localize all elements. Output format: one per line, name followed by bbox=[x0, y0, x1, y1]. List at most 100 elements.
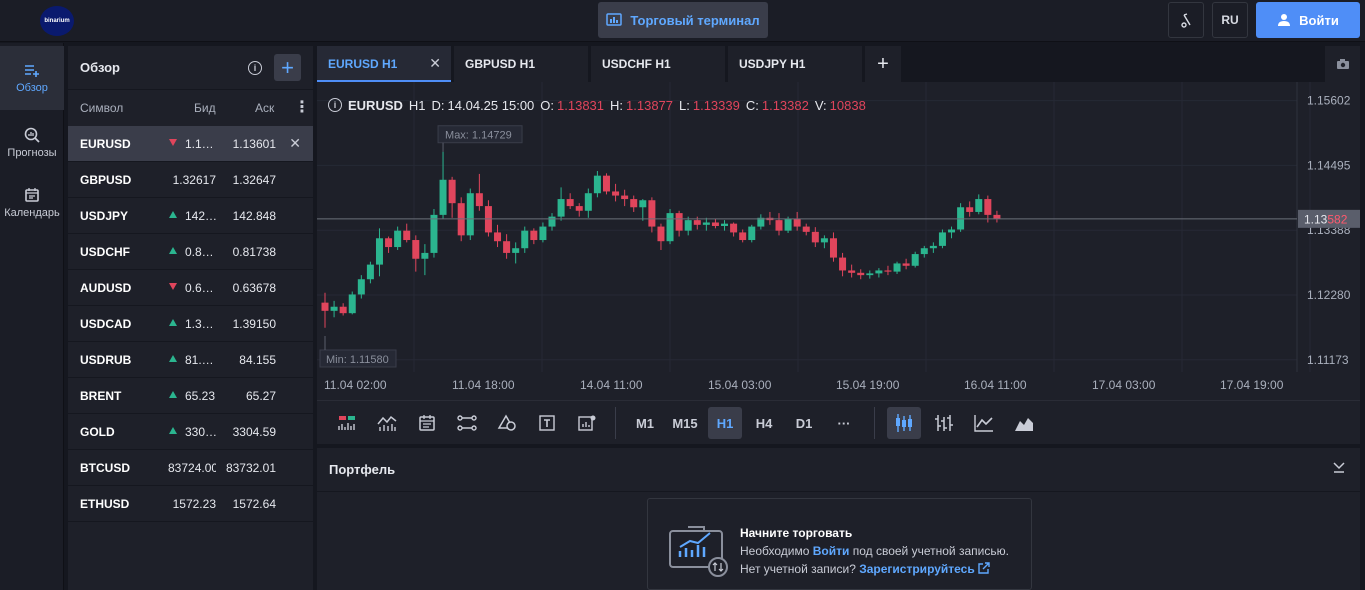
portfolio-header: Портфель bbox=[317, 448, 1360, 492]
candle-body bbox=[948, 229, 956, 233]
symbol-row-usdjpy[interactable]: USDJPY 142… 142.848 bbox=[68, 198, 313, 234]
events-calendar-icon[interactable] bbox=[411, 407, 443, 439]
chart-settings-icon[interactable] bbox=[571, 407, 603, 439]
row-ask: 0.81738 bbox=[232, 245, 276, 259]
line-chart-icon[interactable] bbox=[967, 407, 1001, 439]
indicators-icon[interactable] bbox=[331, 407, 363, 439]
legend-date-label: D: bbox=[431, 98, 445, 113]
close-tab-icon[interactable]: ✕ bbox=[429, 55, 441, 72]
row-ask: 1.39150 bbox=[232, 317, 276, 331]
register-prompt: Нет учетной записи? Зарегистрируйтесь bbox=[740, 562, 990, 576]
legend-open: 1.13831 bbox=[557, 98, 605, 113]
camera-icon bbox=[1336, 59, 1349, 69]
timeframe-d1[interactable]: D1 bbox=[788, 407, 820, 439]
calendar-icon bbox=[25, 188, 39, 202]
candle-body bbox=[593, 175, 601, 194]
external-link-icon[interactable] bbox=[978, 562, 990, 574]
row-ask: 83732.01 bbox=[225, 461, 276, 475]
line-chart-indicator-icon[interactable] bbox=[371, 407, 403, 439]
register-prompt-text: Нет учетной записи? bbox=[740, 562, 860, 576]
chart-tab-eurusd-h1[interactable]: EURUSD H1 ✕ bbox=[317, 46, 451, 82]
rail-item-label: Обзор bbox=[16, 82, 48, 94]
area-chart-icon[interactable] bbox=[1007, 407, 1041, 439]
timeframe-h4[interactable]: H4 bbox=[748, 407, 780, 439]
legend-timeframe: H1 bbox=[408, 98, 426, 113]
x-tick-label: 14.04 11:00 bbox=[580, 378, 643, 392]
symbol-row-eurusd[interactable]: EURUSD 1.1… 1.13601 ✕ bbox=[68, 126, 313, 162]
trading-terminal-button[interactable]: Торговый терминал bbox=[598, 2, 768, 38]
login-link[interactable]: Войти bbox=[813, 544, 850, 558]
chart-tab-gbpusd-h1[interactable]: GBPUSD H1 bbox=[454, 46, 588, 82]
trend-up-icon bbox=[169, 427, 177, 434]
legend-close-label: C: bbox=[745, 98, 759, 113]
collapse-chevron-icon[interactable] bbox=[1332, 460, 1346, 477]
candle-body bbox=[385, 238, 393, 248]
symbol-row-ethusd[interactable]: ETHUSD 1572.23 1572.64 bbox=[68, 486, 313, 522]
rail-item-forecasts[interactable]: Прогнозы bbox=[0, 111, 64, 175]
candle-body bbox=[475, 193, 483, 207]
user-icon bbox=[1278, 14, 1291, 26]
candlestick-chart-icon[interactable] bbox=[887, 407, 921, 439]
symbol-row-gold[interactable]: GOLD 330… 3304.59 bbox=[68, 414, 313, 450]
shapes-tool-icon[interactable] bbox=[491, 407, 523, 439]
rail-item-calendar[interactable]: Календарь bbox=[0, 171, 64, 235]
legend-info-icon[interactable]: i bbox=[328, 98, 342, 112]
row-symbol: AUDUSD bbox=[80, 281, 132, 295]
register-link[interactable]: Зарегистрируйтесь bbox=[859, 562, 975, 576]
y-tick-label: 1.15602 bbox=[1307, 94, 1351, 108]
language-button[interactable]: RU bbox=[1212, 2, 1248, 38]
candle-body bbox=[330, 306, 338, 311]
symbol-row-usdchf[interactable]: USDCHF 0.8… 0.81738 bbox=[68, 234, 313, 270]
candle-body bbox=[430, 214, 438, 253]
bar-chart-icon[interactable] bbox=[927, 407, 961, 439]
symbol-row-audusd[interactable]: AUDUSD 0.6… 0.63678 bbox=[68, 270, 313, 306]
brand-logo[interactable]: binarium bbox=[40, 6, 74, 36]
screenshot-button[interactable] bbox=[1325, 46, 1360, 82]
more-vertical-icon[interactable]: ⋮ bbox=[294, 97, 310, 117]
x-tick-label: 16.04 11:00 bbox=[964, 378, 1027, 392]
row-bid: 81.… bbox=[185, 353, 214, 367]
trend-up-icon bbox=[169, 355, 177, 362]
add-symbol-button[interactable]: + bbox=[274, 54, 301, 81]
candle-body bbox=[566, 199, 574, 207]
row-bid: 1.1… bbox=[185, 137, 214, 151]
add-tab-button[interactable]: + bbox=[865, 46, 901, 82]
candle-body bbox=[339, 306, 347, 314]
candle-body bbox=[494, 232, 502, 242]
timeframe-m1[interactable]: M1 bbox=[629, 407, 661, 439]
login-button[interactable]: Войти bbox=[1256, 2, 1360, 38]
row-bid: 83724.00 bbox=[168, 461, 216, 475]
symbol-row-usdcad[interactable]: USDCAD 1.3… 1.39150 bbox=[68, 306, 313, 342]
sound-button[interactable] bbox=[1168, 2, 1204, 38]
symbol-row-btcusd[interactable]: BTCUSD 83724.00 83732.01 bbox=[68, 450, 313, 486]
timeframe-h1[interactable]: H1 bbox=[708, 407, 742, 439]
row-ask: 1.13601 bbox=[232, 137, 276, 151]
info-icon[interactable]: i bbox=[248, 61, 262, 75]
remove-symbol-icon[interactable]: ✕ bbox=[289, 135, 301, 152]
more-timeframes-button[interactable]: ··· bbox=[828, 407, 860, 439]
trading-terminal-label: Торговый терминал bbox=[630, 12, 760, 28]
row-ask: 65.27 bbox=[245, 389, 276, 403]
overview-columns: Символ Бид Аск ⋮ bbox=[68, 90, 313, 126]
candle-body bbox=[584, 193, 592, 211]
row-bid: 142… bbox=[185, 209, 217, 223]
symbol-row-usdrub[interactable]: USDRUB 81.… 84.155 bbox=[68, 342, 313, 378]
text-tool-icon[interactable] bbox=[531, 407, 563, 439]
timeframe-m15[interactable]: M15 bbox=[667, 407, 703, 439]
trend-line-tool-icon[interactable] bbox=[451, 407, 483, 439]
candle-body bbox=[711, 222, 719, 226]
candle-body bbox=[657, 226, 665, 242]
chart-tab-usdjpy-h1[interactable]: USDJPY H1 bbox=[728, 46, 862, 82]
legend-high-label: H: bbox=[610, 98, 624, 113]
candle-body bbox=[893, 263, 901, 272]
candle-body bbox=[321, 302, 329, 311]
top-bar: binarium Торговый терминал RU Войти bbox=[0, 0, 1365, 42]
chart-tab-usdchf-h1[interactable]: USDCHF H1 bbox=[591, 46, 725, 82]
row-symbol: BRENT bbox=[80, 389, 122, 403]
symbol-row-gbpusd[interactable]: GBPUSD 1.32617 1.32647 bbox=[68, 162, 313, 198]
rail-item-overview[interactable]: Обзор bbox=[0, 46, 64, 110]
symbol-row-brent[interactable]: BRENT 65.23 65.27 bbox=[68, 378, 313, 414]
legend-symbol: EURUSD bbox=[348, 98, 403, 113]
price-chart[interactable]: 1.156021.144951.133881.122801.1117311.04… bbox=[317, 82, 1360, 400]
chart-area[interactable]: 1.15602 1.14495 1.13388 1.12280 1.11173 11.04… bbox=[317, 82, 1360, 444]
